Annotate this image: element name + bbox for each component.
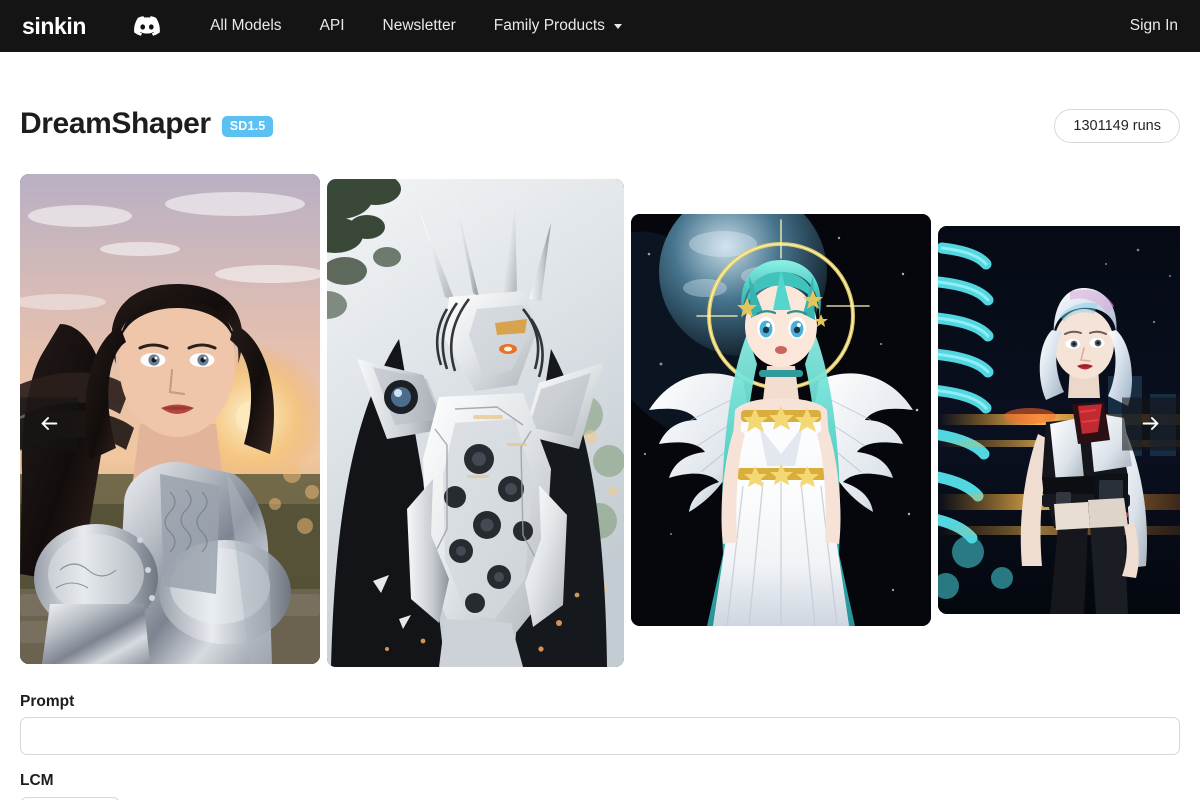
nav-link-all-models[interactable]: All Models bbox=[210, 18, 282, 34]
prompt-field: Prompt bbox=[20, 694, 1180, 756]
runs-count-badge: 1301149 runs bbox=[1054, 108, 1180, 143]
sign-in-link[interactable]: Sign In bbox=[1130, 18, 1178, 34]
primary-nav-links: All Models API Newsletter Family Product… bbox=[210, 18, 622, 34]
prompt-input[interactable] bbox=[20, 717, 1180, 756]
nav-dropdown-label: Family Products bbox=[493, 17, 605, 35]
nav-link-newsletter[interactable]: Newsletter bbox=[383, 18, 456, 34]
arrow-left-icon bbox=[38, 413, 60, 435]
discord-icon bbox=[134, 16, 160, 36]
lcm-field: LCM Off bbox=[20, 773, 1180, 800]
nav-right-group: Sign In bbox=[1130, 18, 1178, 34]
model-title-row: DreamShaper SD1.5 1301149 runs bbox=[20, 52, 1180, 172]
chevron-down-icon bbox=[613, 23, 622, 29]
nav-dropdown-family-products[interactable]: Family Products bbox=[494, 18, 622, 34]
image-carousel bbox=[20, 173, 1180, 674]
page-content: DreamShaper SD1.5 1301149 runs Prompt LC… bbox=[0, 52, 1200, 800]
brand-logo[interactable]: sinkin bbox=[22, 14, 86, 38]
sample-image-anime-angel bbox=[631, 213, 931, 626]
carousel-track[interactable] bbox=[20, 173, 1180, 674]
lcm-label: LCM bbox=[20, 772, 54, 790]
prompt-label: Prompt bbox=[20, 692, 75, 710]
page-title: DreamShaper bbox=[20, 107, 211, 141]
carousel-prev-button[interactable] bbox=[20, 397, 78, 451]
discord-icon-link[interactable] bbox=[134, 16, 160, 36]
carousel-item[interactable] bbox=[327, 178, 624, 667]
sample-image-mecha-knight bbox=[327, 178, 624, 667]
top-navigation-bar: sinkin All Models API Newsletter Family … bbox=[0, 0, 1200, 52]
carousel-next-button[interactable] bbox=[1122, 397, 1180, 451]
arrow-right-icon bbox=[1140, 413, 1162, 435]
version-badge: SD1.5 bbox=[221, 116, 274, 138]
carousel-item[interactable] bbox=[631, 213, 931, 626]
nav-link-api[interactable]: API bbox=[320, 18, 345, 34]
